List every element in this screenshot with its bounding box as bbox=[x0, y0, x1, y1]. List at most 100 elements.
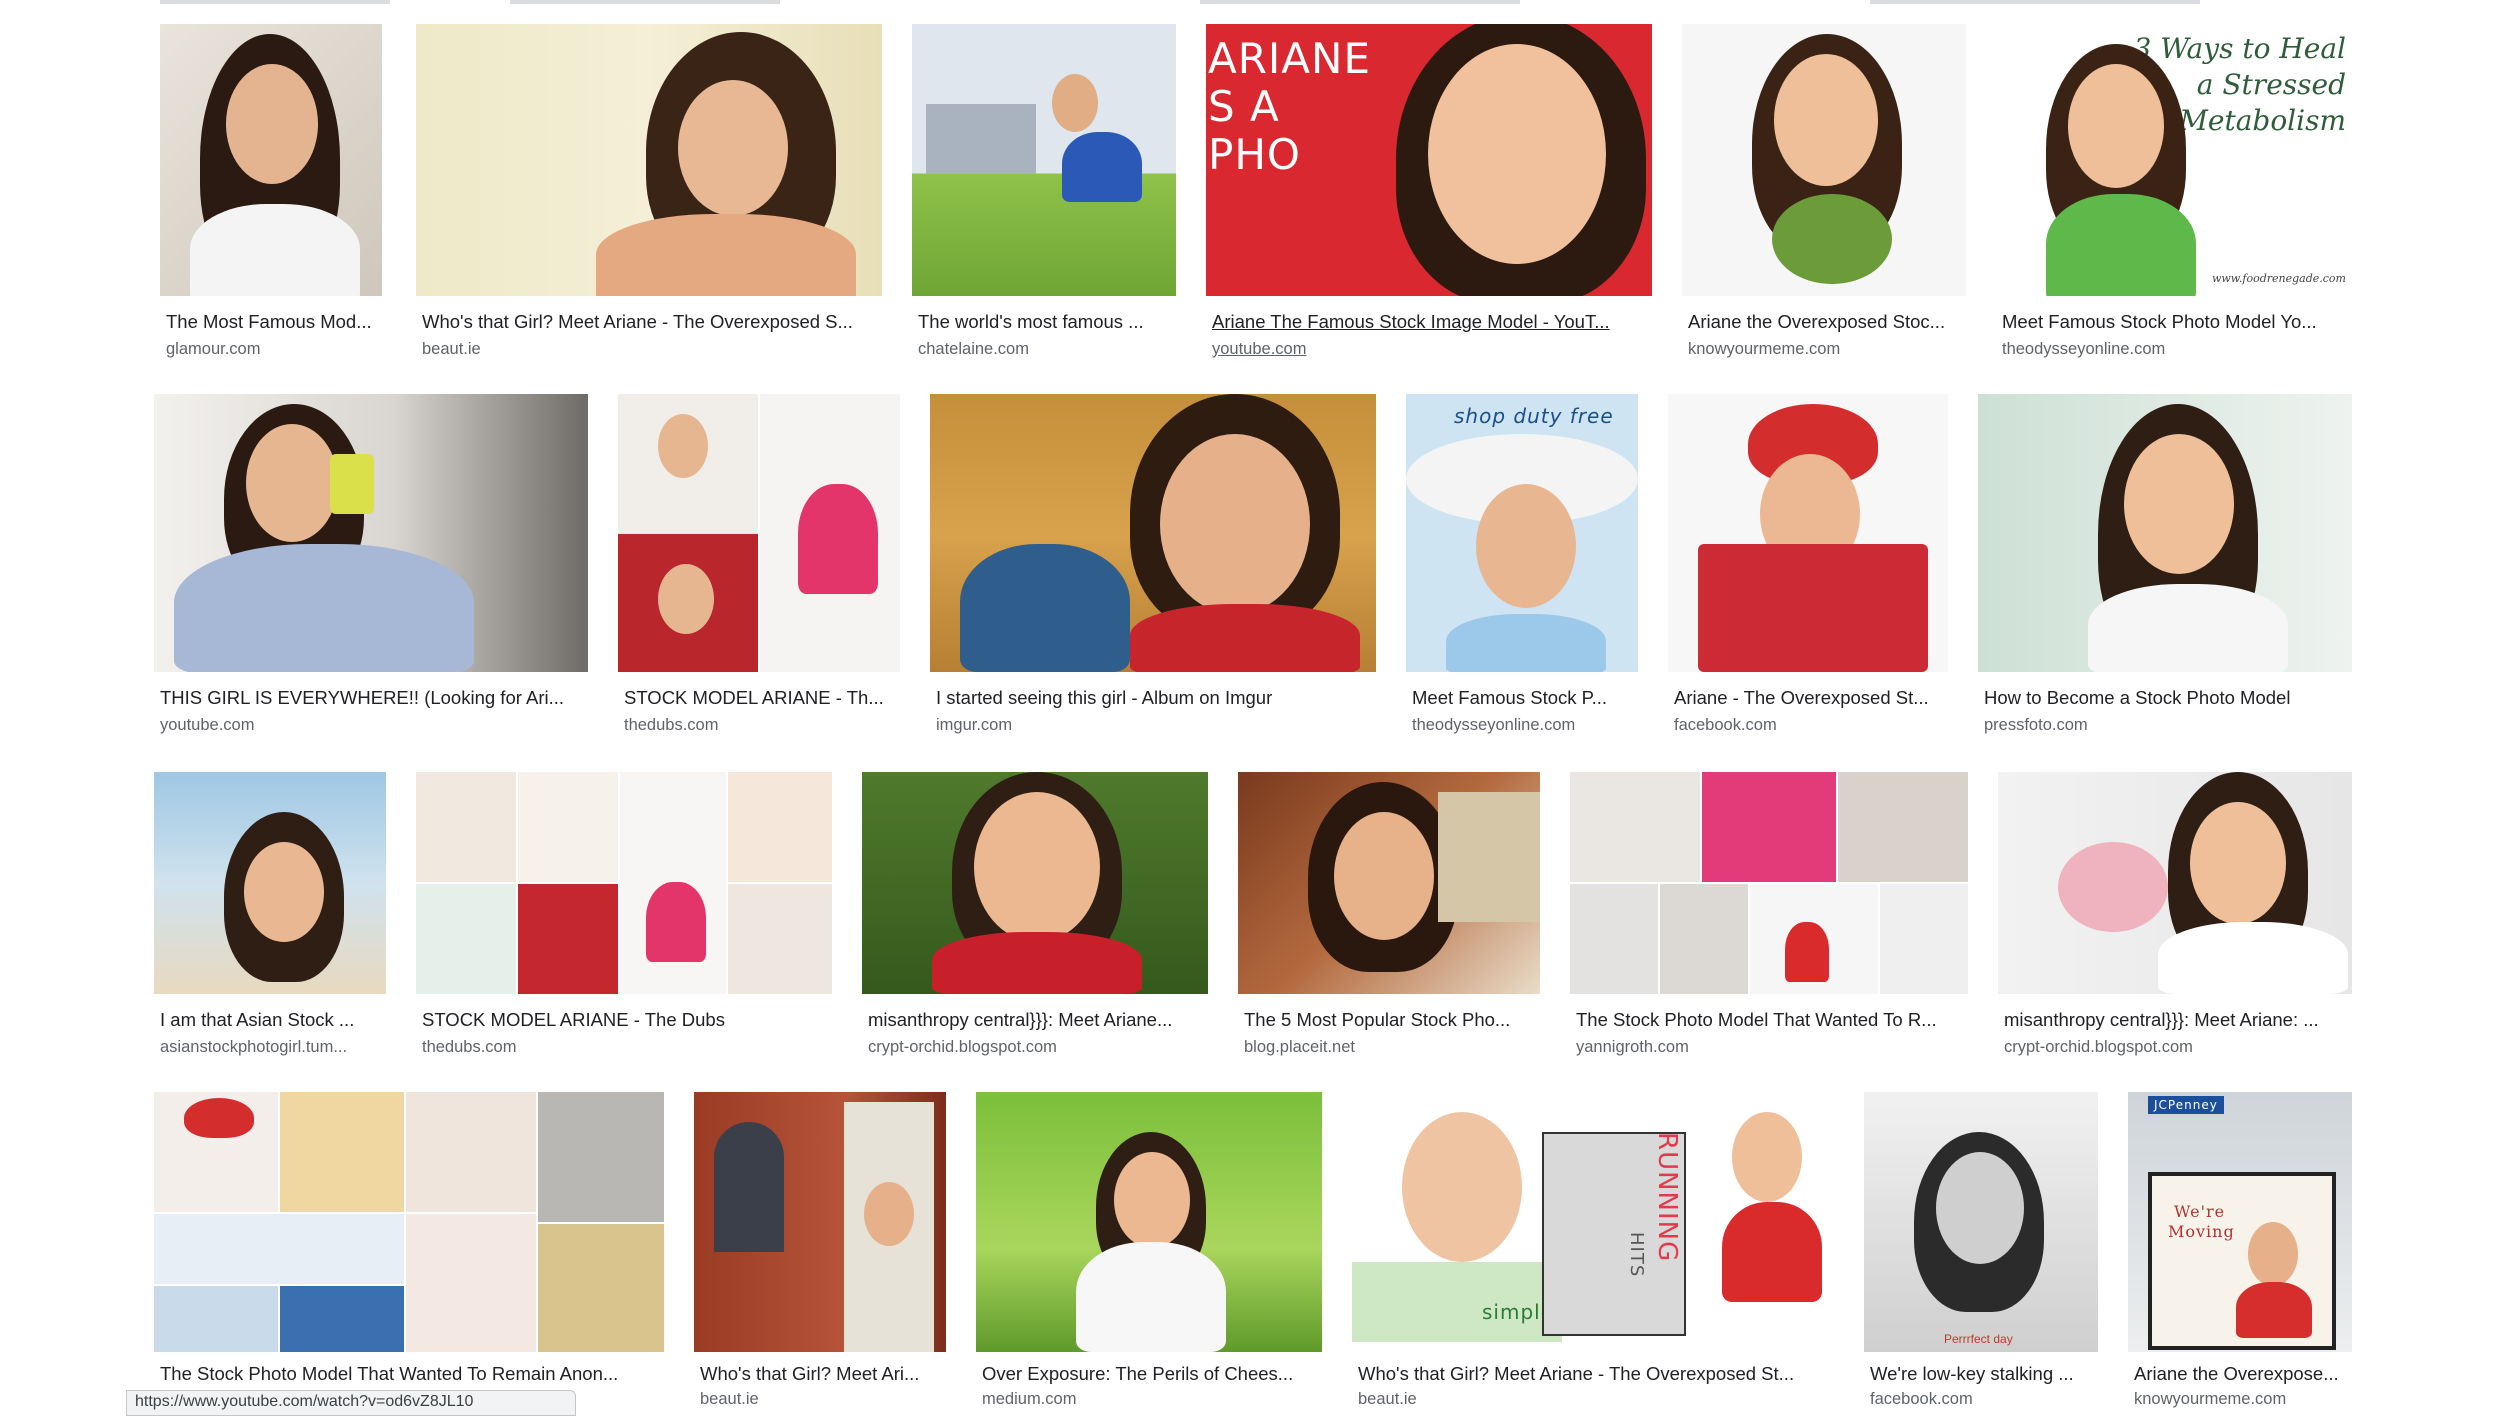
result-source[interactable]: knowyourmeme.com bbox=[2134, 1388, 2352, 1410]
result-source[interactable]: chatelaine.com bbox=[918, 338, 1176, 360]
result-title[interactable]: Ariane the Overexpose... bbox=[2134, 1362, 2352, 1386]
result-source[interactable]: facebook.com bbox=[1870, 1388, 2098, 1410]
result-thumbnail[interactable] bbox=[694, 1092, 946, 1352]
result-source[interactable]: thedubs.com bbox=[624, 714, 900, 736]
thumbnail-overlay-text: shop duty free bbox=[1454, 404, 1614, 428]
result-title[interactable]: STOCK MODEL ARIANE - Th... bbox=[624, 686, 900, 710]
result-title[interactable]: Meet Famous Stock P... bbox=[1412, 686, 1638, 710]
result-source[interactable]: crypt-orchid.blogspot.com bbox=[868, 1036, 1208, 1058]
result-thumbnail[interactable] bbox=[1978, 394, 2352, 672]
result-thumbnail[interactable]: simple RUNNING HITS bbox=[1352, 1092, 1834, 1352]
result-title[interactable]: misanthropy central}}}: Meet Ariane: ... bbox=[2004, 1008, 2352, 1032]
result-tile[interactable]: Over Exposure: The Perils of Chees... me… bbox=[976, 1092, 1322, 1408]
result-tile[interactable]: 3 Ways to Heal a Stressed Metabolism www… bbox=[1996, 24, 2356, 364]
result-tile[interactable]: THIS GIRL IS EVERYWHERE!! (Looking for A… bbox=[154, 394, 588, 744]
result-source[interactable]: beaut.ie bbox=[1358, 1388, 1834, 1410]
result-source[interactable]: facebook.com bbox=[1674, 714, 1948, 736]
result-source[interactable]: youtube.com bbox=[160, 714, 588, 736]
result-thumbnail[interactable] bbox=[912, 24, 1176, 296]
result-title[interactable]: The Stock Photo Model That Wanted To Rem… bbox=[160, 1362, 664, 1386]
result-title[interactable]: I am that Asian Stock ... bbox=[160, 1008, 386, 1032]
result-thumbnail[interactable] bbox=[416, 24, 882, 296]
result-tile[interactable]: The world's most famous ... chatelaine.c… bbox=[912, 24, 1176, 364]
result-tile[interactable]: shop duty free Meet Famous Stock P... th… bbox=[1406, 394, 1638, 744]
image-results-grid: The Most Famous Mod... glamour.com Who's… bbox=[0, 0, 2500, 1408]
result-thumbnail[interactable] bbox=[154, 1092, 664, 1352]
result-title[interactable]: How to Become a Stock Photo Model bbox=[1984, 686, 2352, 710]
result-title[interactable]: The world's most famous ... bbox=[918, 310, 1176, 334]
result-tile[interactable]: I am that Asian Stock ... asianstockphot… bbox=[154, 772, 386, 1062]
result-source[interactable]: medium.com bbox=[982, 1388, 1322, 1410]
result-source[interactable]: beaut.ie bbox=[422, 338, 882, 360]
city-skyline bbox=[926, 104, 1036, 174]
result-source[interactable]: asianstockphotogirl.tum... bbox=[160, 1036, 386, 1058]
result-source[interactable]: imgur.com bbox=[936, 714, 1376, 736]
result-title[interactable]: Who's that Girl? Meet Ari... bbox=[700, 1362, 946, 1386]
result-tile[interactable]: STOCK MODEL ARIANE - Th... thedubs.com bbox=[618, 394, 900, 744]
result-tile[interactable]: Who's that Girl? Meet Ari... beaut.ie bbox=[694, 1092, 946, 1408]
result-source[interactable]: crypt-orchid.blogspot.com bbox=[2004, 1036, 2352, 1058]
result-thumbnail[interactable] bbox=[1864, 1092, 2098, 1352]
collage-panel bbox=[518, 772, 618, 882]
result-tile[interactable]: JCPenney We're Moving Ariane the Overexp… bbox=[2128, 1092, 2352, 1408]
result-thumbnail[interactable] bbox=[1570, 772, 1968, 994]
result-thumbnail[interactable] bbox=[1668, 394, 1948, 672]
result-tile[interactable]: STOCK MODEL ARIANE - The Dubs thedubs.co… bbox=[416, 772, 832, 1062]
result-title[interactable]: The Stock Photo Model That Wanted To R..… bbox=[1576, 1008, 1968, 1032]
result-title[interactable]: The Most Famous Mod... bbox=[166, 310, 382, 334]
result-thumbnail[interactable]: 3 Ways to Heal a Stressed Metabolism www… bbox=[1996, 24, 2356, 296]
result-source[interactable]: youtube.com bbox=[1212, 338, 1652, 360]
result-tile[interactable]: Ariane - The Overexposed St... facebook.… bbox=[1668, 394, 1948, 744]
result-tile[interactable]: The Stock Photo Model That Wanted To Rem… bbox=[154, 1092, 664, 1408]
result-source[interactable]: thedubs.com bbox=[422, 1036, 832, 1058]
result-thumbnail[interactable]: JCPenney We're Moving bbox=[2128, 1092, 2352, 1352]
result-title[interactable]: misanthropy central}}}: Meet Ariane... bbox=[868, 1008, 1208, 1032]
result-title[interactable]: Ariane The Famous Stock Image Model - Yo… bbox=[1212, 310, 1652, 334]
result-tile[interactable]: simple RUNNING HITS Who's that Girl? Mee… bbox=[1352, 1092, 1834, 1408]
result-tile[interactable]: Ariane the Overexposed Stoc... knowyourm… bbox=[1682, 24, 1966, 364]
result-tile[interactable]: How to Become a Stock Photo Model pressf… bbox=[1978, 394, 2352, 744]
result-title[interactable]: The 5 Most Popular Stock Pho... bbox=[1244, 1008, 1540, 1032]
result-thumbnail[interactable] bbox=[1238, 772, 1540, 994]
result-thumbnail[interactable] bbox=[862, 772, 1208, 994]
result-source[interactable]: blog.placeit.net bbox=[1244, 1036, 1540, 1058]
result-source[interactable]: knowyourmeme.com bbox=[1688, 338, 1966, 360]
face-shape bbox=[2068, 64, 2164, 188]
result-source[interactable]: glamour.com bbox=[166, 338, 382, 360]
result-source[interactable]: pressfoto.com bbox=[1984, 714, 2352, 736]
result-title[interactable]: Who's that Girl? Meet Ariane - The Overe… bbox=[422, 310, 882, 334]
result-tile[interactable]: ARIANE S A PHO Ariane The Famous Stock I… bbox=[1206, 24, 1652, 364]
result-tile[interactable]: misanthropy central}}}: Meet Ariane: ...… bbox=[1998, 772, 2352, 1062]
result-thumbnail[interactable]: ARIANE S A PHO bbox=[1206, 24, 1652, 296]
result-thumbnail[interactable] bbox=[154, 394, 588, 672]
result-title[interactable]: STOCK MODEL ARIANE - The Dubs bbox=[422, 1008, 832, 1032]
result-thumbnail[interactable] bbox=[618, 394, 900, 672]
result-source[interactable]: yannigroth.com bbox=[1576, 1036, 1968, 1058]
result-thumbnail[interactable] bbox=[416, 772, 832, 994]
result-source[interactable]: theodysseyonline.com bbox=[1412, 714, 1638, 736]
result-tile[interactable]: misanthropy central}}}: Meet Ariane... c… bbox=[862, 772, 1208, 1062]
result-title[interactable]: Over Exposure: The Perils of Chees... bbox=[982, 1362, 1322, 1386]
result-tile[interactable]: The Most Famous Mod... glamour.com bbox=[160, 24, 382, 364]
result-thumbnail[interactable] bbox=[930, 394, 1376, 672]
result-title[interactable]: Who's that Girl? Meet Ariane - The Overe… bbox=[1358, 1362, 1834, 1386]
result-tile[interactable]: Perrrfect day We're low-key stalking ...… bbox=[1864, 1092, 2098, 1408]
result-title[interactable]: Meet Famous Stock Photo Model Yo... bbox=[2002, 310, 2356, 334]
result-title[interactable]: I started seeing this girl - Album on Im… bbox=[936, 686, 1376, 710]
result-tile[interactable]: I started seeing this girl - Album on Im… bbox=[930, 394, 1376, 744]
result-title[interactable]: Ariane - The Overexposed St... bbox=[1674, 686, 1948, 710]
result-thumbnail[interactable] bbox=[1682, 24, 1966, 296]
result-thumbnail[interactable] bbox=[976, 1092, 1322, 1352]
result-tile[interactable]: The 5 Most Popular Stock Pho... blog.pla… bbox=[1238, 772, 1540, 1062]
result-title[interactable]: THIS GIRL IS EVERYWHERE!! (Looking for A… bbox=[160, 686, 588, 710]
result-source[interactable]: beaut.ie bbox=[700, 1388, 946, 1410]
result-title[interactable]: We're low-key stalking ... bbox=[1870, 1362, 2098, 1386]
result-tile[interactable]: The Stock Photo Model That Wanted To R..… bbox=[1570, 772, 1968, 1062]
result-thumbnail[interactable]: shop duty free bbox=[1406, 394, 1638, 672]
result-thumbnail[interactable] bbox=[160, 24, 382, 296]
result-thumbnail[interactable] bbox=[154, 772, 386, 994]
result-tile[interactable]: Who's that Girl? Meet Ariane - The Overe… bbox=[416, 24, 882, 364]
result-source[interactable]: theodysseyonline.com bbox=[2002, 338, 2356, 360]
result-title[interactable]: Ariane the Overexposed Stoc... bbox=[1688, 310, 1966, 334]
result-thumbnail[interactable] bbox=[1998, 772, 2352, 994]
